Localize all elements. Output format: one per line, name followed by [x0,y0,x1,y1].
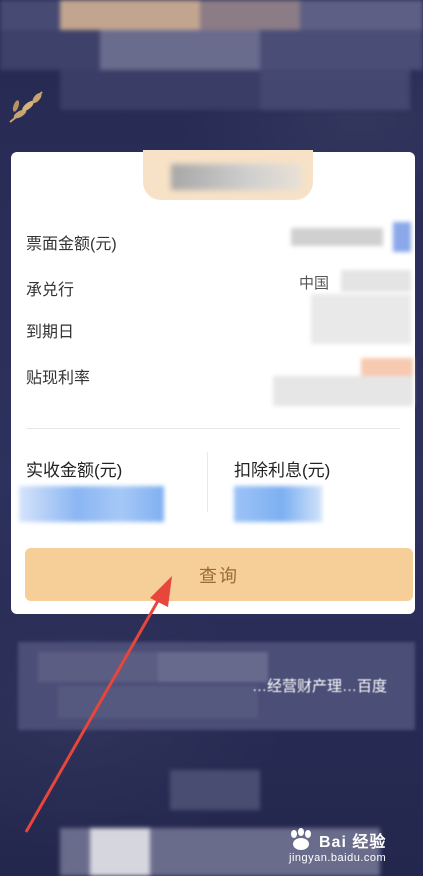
face-amount-label: 票面金额(元) [26,236,117,253]
discount-rate-input[interactable] [273,358,413,410]
acceptor-label: 承兑行 [26,282,75,299]
deducted-interest-value [234,486,322,522]
due-date-input[interactable] [311,294,411,344]
acceptor-value[interactable]: 中国 [299,272,329,293]
card-title-blurred [171,164,301,190]
section-divider [26,428,400,429]
received-amount-label: 实收金额(元) [26,461,123,480]
received-amount-value [19,486,164,522]
discount-rate-label: 贴现利率 [26,370,91,387]
baidu-jingyan-watermark: Bai 经验 jingyan.baidu.com [285,828,415,868]
paw-icon [291,828,311,850]
acceptor-value-blurred [341,270,411,292]
result-divider [207,452,208,512]
watermark-title: Bai 经验 [319,834,387,851]
laurel-leaf-icon [9,91,43,123]
watermark-url: jingyan.baidu.com [289,852,387,864]
face-amount-input[interactable] [291,222,411,252]
card-title-tab [143,150,313,200]
header-blurred [0,0,423,118]
query-button[interactable]: 查询 [25,548,413,601]
banner-text: …经营财产理…百度 [252,678,388,695]
calculator-card: 票面金额(元) 承兑行 中国 到期日 贴现利率 实收金额(元) 扣除利息(元) … [11,150,415,614]
due-date-label: 到期日 [26,324,75,341]
deducted-interest-label: 扣除利息(元) [234,461,331,480]
